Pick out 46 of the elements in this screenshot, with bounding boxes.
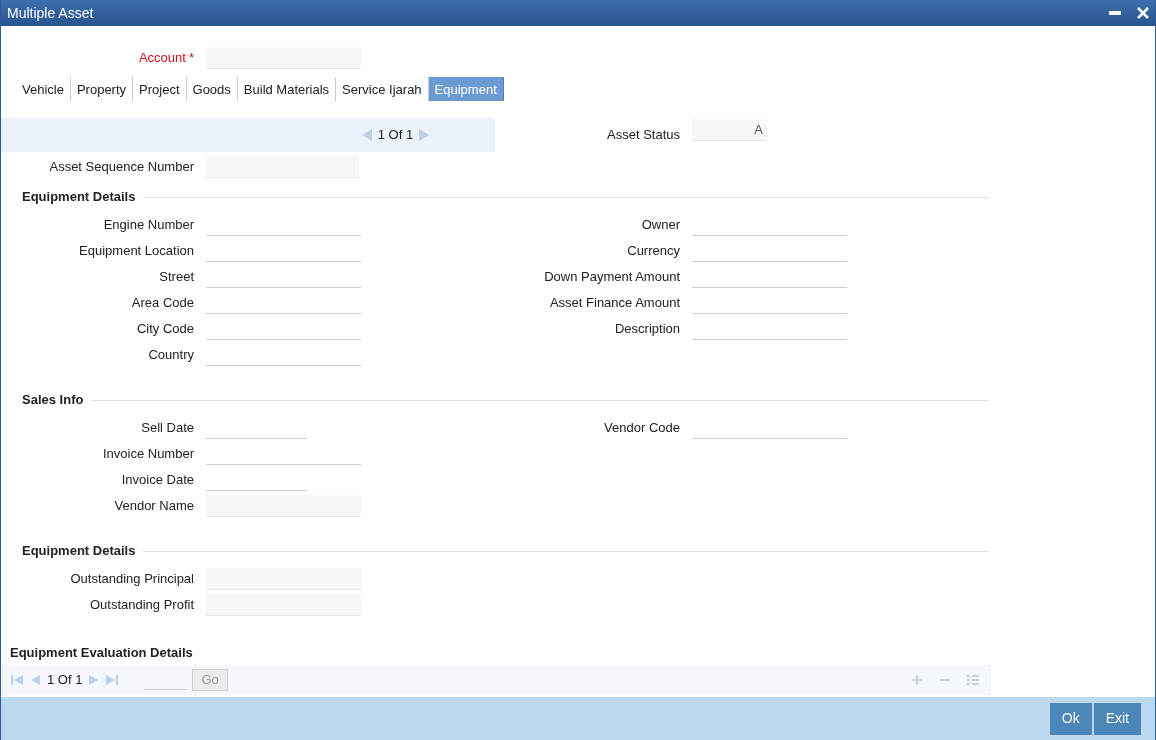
page-indicator: 1 Of 1	[377, 126, 414, 145]
field-label: Engine Number	[103, 217, 194, 233]
field-label: City Code	[136, 321, 194, 337]
tab[interactable]: Project	[133, 77, 187, 101]
field-label: Asset Finance Amount	[549, 295, 680, 311]
field-label: Sell Date	[141, 420, 194, 436]
last-page-icon[interactable]	[106, 674, 119, 686]
previous-icon[interactable]	[29, 674, 41, 686]
field-label: Outstanding Profit	[89, 597, 194, 613]
minimize-icon[interactable]	[1109, 11, 1121, 15]
first-page-icon[interactable]	[11, 674, 23, 686]
field-label: Vendor Code	[604, 420, 680, 436]
field-label: Owner	[641, 217, 680, 233]
field-label: Equipment Location	[79, 243, 194, 259]
field-label: Description	[614, 321, 680, 337]
account-label: Account	[138, 49, 186, 68]
field-label: Asset Status	[607, 127, 680, 143]
previous-icon[interactable]	[361, 129, 372, 141]
field-label: Invoice Date	[121, 472, 194, 488]
section-title: Equipment Evaluation Details	[10, 644, 193, 663]
exit-button[interactable]: Exit	[1093, 702, 1141, 735]
close-icon[interactable]	[1137, 7, 1149, 19]
field-label: Street	[159, 269, 194, 285]
section-title: Sales Info	[22, 391, 84, 410]
tab[interactable]: Build Materials	[237, 77, 337, 101]
window-title: Multiple Asset	[7, 3, 94, 23]
field-label: Currency	[627, 243, 680, 259]
field-label: Asset Sequence Number	[49, 159, 194, 175]
section-title: Equipment Details	[22, 188, 136, 207]
tab[interactable]: Vehicle	[16, 77, 71, 101]
tab[interactable]: Goods	[186, 77, 238, 101]
next-icon[interactable]	[419, 129, 430, 141]
ok-button[interactable]: Ok	[1049, 702, 1092, 735]
field-label: Vendor Name	[114, 498, 194, 514]
list-icon[interactable]	[967, 674, 979, 686]
field-label: Outstanding Principal	[70, 571, 194, 587]
field-label: Invoice Number	[102, 446, 194, 462]
section-title: Equipment Details	[22, 542, 136, 561]
field-label: Area Code	[131, 295, 194, 311]
field-label: Down Payment Amount	[544, 269, 680, 285]
add-icon[interactable]	[911, 674, 923, 686]
tab[interactable]: Service Ijarah	[336, 77, 429, 101]
required-mark: *	[188, 49, 194, 68]
field-label: Country	[148, 347, 194, 363]
tab[interactable]: Property	[70, 77, 134, 101]
page-indicator: 1 Of 1	[47, 671, 83, 690]
